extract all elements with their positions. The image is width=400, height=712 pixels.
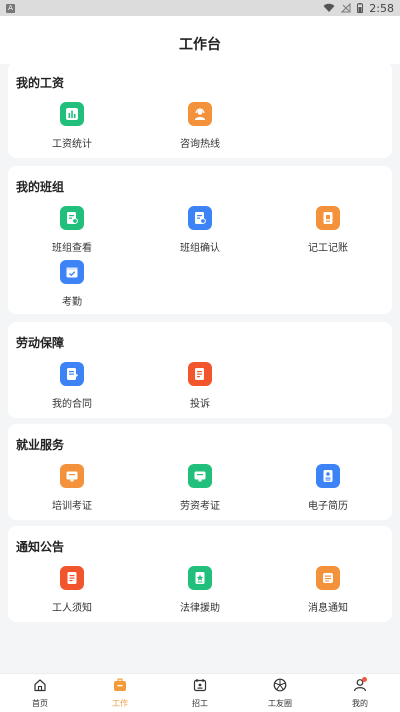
friends-circle-icon (273, 677, 287, 696)
tab-label: 首页 (32, 699, 48, 708)
section-employment-services: 就业服务 培训考证 劳资考证 电子简历 (8, 424, 392, 520)
tab-label: 我的 (352, 699, 368, 708)
no-signal-icon (341, 3, 351, 13)
page-header: 工作台 (0, 16, 400, 64)
section-title: 就业服务 (16, 438, 65, 452)
certificate-icon (60, 464, 84, 488)
headset-icon (188, 102, 212, 126)
status-time: 2:58 (369, 1, 394, 15)
section-my-team: 我的班组 班组查看 班组确认 记工记账 考勤 (8, 166, 392, 314)
menu-item-work-record[interactable]: 记工记账 (264, 206, 392, 262)
contract-icon (60, 362, 84, 386)
menu-item-label: 投诉 (190, 399, 210, 410)
tab-profile[interactable]: 我的 (320, 674, 400, 712)
home-icon (33, 677, 47, 696)
menu-item-label: 工人须知 (52, 603, 92, 614)
menu-item-label: 班组查看 (52, 243, 92, 254)
menu-item-hotline[interactable]: 咨询热线 (136, 102, 264, 158)
menu-item-labor-certificate[interactable]: 劳资考证 (136, 464, 264, 520)
message-icon (316, 566, 340, 590)
menu-item-label: 法律援助 (180, 603, 220, 614)
menu-item-label: 考勤 (62, 297, 82, 308)
menu-item-training-certificate[interactable]: 培训考证 (8, 464, 136, 520)
menu-item-team-view[interactable]: 班组查看 (8, 206, 136, 262)
menu-item-label: 咨询热线 (180, 139, 220, 150)
menu-item-label: 记工记账 (308, 243, 348, 254)
menu-item-team-confirm[interactable]: 班组确认 (136, 206, 264, 262)
menu-item-attendance[interactable]: 考勤 (8, 260, 136, 316)
document-check-icon (188, 206, 212, 230)
menu-item-label: 工资统计 (52, 139, 92, 150)
calendar-check-icon (60, 260, 84, 284)
menu-item-label: 培训考证 (52, 501, 92, 512)
tab-label: 招工 (192, 699, 208, 708)
page-title: 工作台 (179, 37, 221, 53)
notebook-icon (316, 206, 340, 230)
section-title: 劳动保障 (16, 336, 65, 350)
tab-friends-circle[interactable]: 工友圈 (240, 674, 320, 712)
menu-item-worker-notice[interactable]: 工人须知 (8, 566, 136, 622)
section-labor-protection: 劳动保障 我的合同 投诉 (8, 322, 392, 418)
resume-icon (316, 464, 340, 488)
menu-item-my-contract[interactable]: 我的合同 (8, 362, 136, 418)
section-notices: 通知公告 工人须知 法律援助 消息通知 (8, 526, 392, 622)
status-bar: A 2:58 (0, 0, 400, 16)
tab-work[interactable]: 工作 (80, 674, 160, 712)
bottom-tab-bar: 首页 工作 招工 工友圈 我的 (0, 673, 400, 712)
document-search-icon (60, 206, 84, 230)
tab-home[interactable]: 首页 (0, 674, 80, 712)
battery-icon (357, 3, 364, 13)
tab-recruit[interactable]: 招工 (160, 674, 240, 712)
wifi-icon (323, 3, 335, 13)
legal-aid-icon (188, 566, 212, 590)
menu-item-label: 劳资考证 (180, 501, 220, 512)
work-icon (113, 677, 127, 696)
tab-label: 工作 (112, 699, 128, 708)
section-title: 我的工资 (16, 76, 65, 90)
app-notification-icon: A (6, 3, 15, 13)
menu-item-label: 我的合同 (52, 399, 92, 410)
section-title: 通知公告 (16, 540, 65, 554)
tab-label: 工友圈 (268, 699, 292, 708)
notice-icon (60, 566, 84, 590)
notification-dot (362, 677, 367, 682)
menu-item-label: 消息通知 (308, 603, 348, 614)
section-title: 我的班组 (16, 180, 65, 194)
menu-item-legal-aid[interactable]: 法律援助 (136, 566, 264, 622)
section-my-wages: 我的工资 工资统计 咨询热线 (8, 62, 392, 158)
menu-item-label: 班组确认 (180, 243, 220, 254)
menu-item-e-resume[interactable]: 电子简历 (264, 464, 392, 520)
bar-chart-icon (60, 102, 84, 126)
complaint-icon (188, 362, 212, 386)
menu-item-wage-statistics[interactable]: 工资统计 (8, 102, 136, 158)
menu-item-message-notice[interactable]: 消息通知 (264, 566, 392, 622)
menu-item-complaint[interactable]: 投诉 (136, 362, 264, 418)
certificate-icon (188, 464, 212, 488)
menu-item-label: 电子简历 (308, 501, 348, 512)
recruit-icon (193, 677, 207, 696)
